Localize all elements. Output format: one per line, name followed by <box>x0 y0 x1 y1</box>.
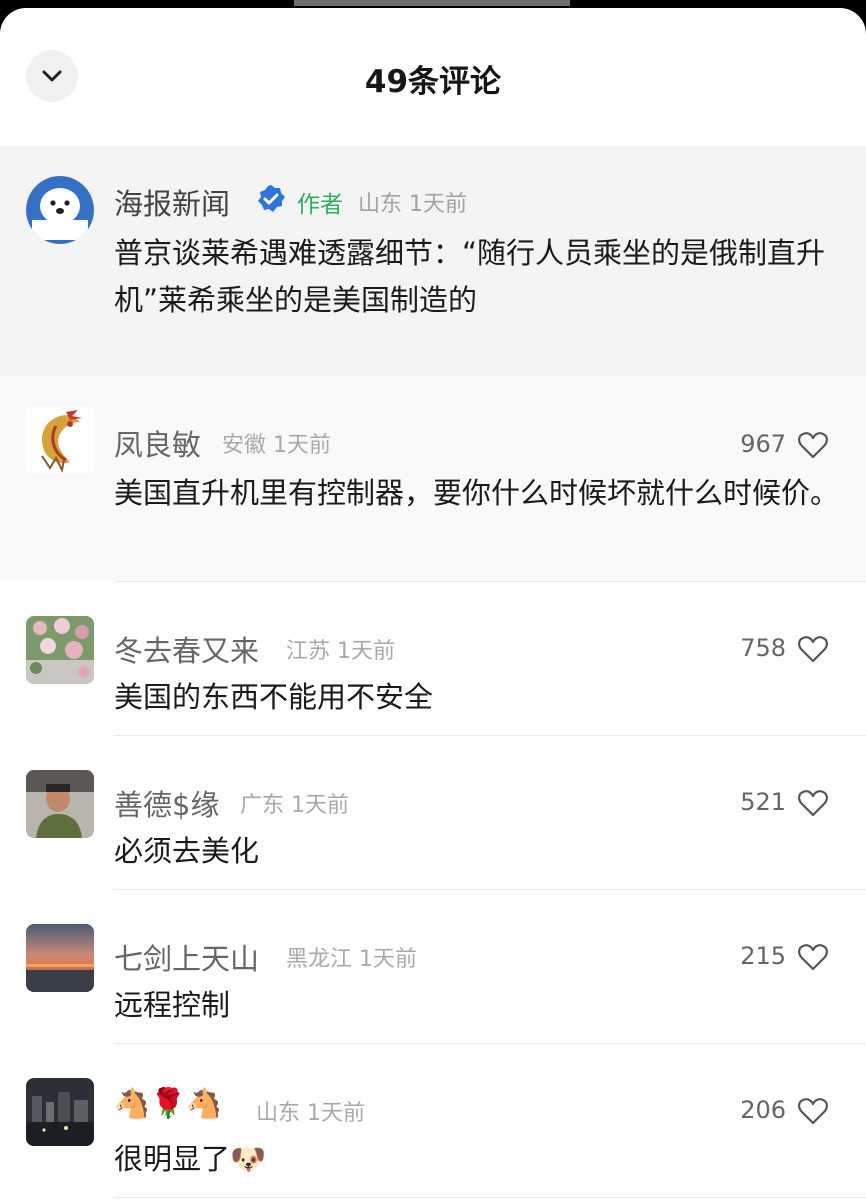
comment-author-name[interactable]: 凤良敏 <box>114 422 201 464</box>
comment-text: 很明显了🐶 <box>114 1142 267 1176</box>
comment-region: 安徽 <box>222 433 267 458</box>
like-count: 521 <box>740 788 786 816</box>
comment-item[interactable]: 冬去春又来 江苏 1天前 758 美国的东西不能用不安全 <box>0 582 866 736</box>
author-avatar[interactable] <box>26 176 94 244</box>
heart-outline-icon[interactable] <box>798 635 828 663</box>
verified-check-icon <box>258 185 285 212</box>
like-count: 967 <box>740 430 786 458</box>
comment-item[interactable]: 🐴🌹🐴 山东 1天前 206 很明显了🐶 <box>0 1044 866 1200</box>
drag-handle[interactable] <box>294 0 570 6</box>
comments-sheet: 49条评论 海报新闻 作者 山东 1天前 普京谈莱希遇难透露细节：“随行人员乘坐… <box>0 8 866 1200</box>
comment-meta: 黑龙江 1天前 <box>286 941 417 973</box>
comment-text: 美国直升机里有控制器，要你什么时候坏就什么时候价。 <box>114 476 840 510</box>
comment-avatar[interactable] <box>26 770 94 838</box>
heart-outline-icon[interactable] <box>798 1097 828 1125</box>
heart-outline-icon[interactable] <box>798 789 828 817</box>
author-post-text: 普京谈莱希遇难透露细节：“随行人员乘坐的是俄制直升机”莱希乘坐的是美国制造的 <box>114 236 826 317</box>
author-name[interactable]: 海报新闻 <box>114 181 230 223</box>
comment-avatar[interactable] <box>26 406 94 474</box>
comment-region: 广东 <box>240 793 285 818</box>
comment-avatar[interactable] <box>26 924 94 992</box>
comment-item[interactable]: 善德$缘 广东 1天前 521 必须去美化 <box>0 736 866 890</box>
comment-author-name[interactable]: 七剑上天山 <box>114 936 259 978</box>
heart-outline-icon[interactable] <box>798 943 828 971</box>
like-count: 206 <box>740 1096 786 1124</box>
heart-outline-icon[interactable] <box>798 431 828 459</box>
comment-meta: 安徽 1天前 <box>222 427 331 459</box>
comment-avatar[interactable] <box>26 616 94 684</box>
comment-avatar[interactable] <box>26 1078 94 1146</box>
comment-meta: 江苏 1天前 <box>286 633 395 665</box>
comments-count-title: 49条评论 <box>364 64 502 100</box>
comment-author-name[interactable]: 冬去春又来 <box>114 628 259 670</box>
comment-region: 黑龙江 <box>286 947 353 972</box>
author-badge: 作者 <box>297 192 343 218</box>
like-count: 215 <box>740 942 786 970</box>
comment-meta: 广东 1天前 <box>240 787 349 819</box>
comment-region: 江苏 <box>286 639 331 664</box>
comment-text: 远程控制 <box>114 988 231 1022</box>
author-post[interactable]: 海报新闻 作者 山东 1天前 普京谈莱希遇难透露细节：“随行人员乘坐的是俄制直升… <box>0 146 866 384</box>
comment-time: 1天前 <box>337 639 396 664</box>
comment-author-name[interactable]: 善德$缘 <box>114 782 219 824</box>
comment-text: 美国的东西不能用不安全 <box>114 680 434 714</box>
comment-item[interactable]: 凤良敏 安徽 1天前 967 美国直升机里有控制器，要你什么时候坏就什么时候价。 <box>0 376 866 581</box>
like-count: 758 <box>740 634 786 662</box>
comment-meta: 山东 1天前 <box>256 1095 365 1127</box>
comment-text: 必须去美化 <box>114 834 260 868</box>
comment-time: 1天前 <box>307 1101 366 1126</box>
comment-time: 1天前 <box>273 433 332 458</box>
author-post-meta: 山东 1天前 <box>358 186 467 218</box>
comment-region: 山东 <box>256 1101 301 1126</box>
author-time: 1天前 <box>409 192 468 217</box>
author-region: 山东 <box>358 192 403 217</box>
comment-time: 1天前 <box>291 793 350 818</box>
comment-time: 1天前 <box>359 947 418 972</box>
comment-item[interactable]: 七剑上天山 黑龙江 1天前 215 远程控制 <box>0 890 866 1044</box>
comment-divider <box>114 1197 866 1198</box>
comment-author-name[interactable]: 🐴🌹🐴 <box>114 1086 222 1121</box>
